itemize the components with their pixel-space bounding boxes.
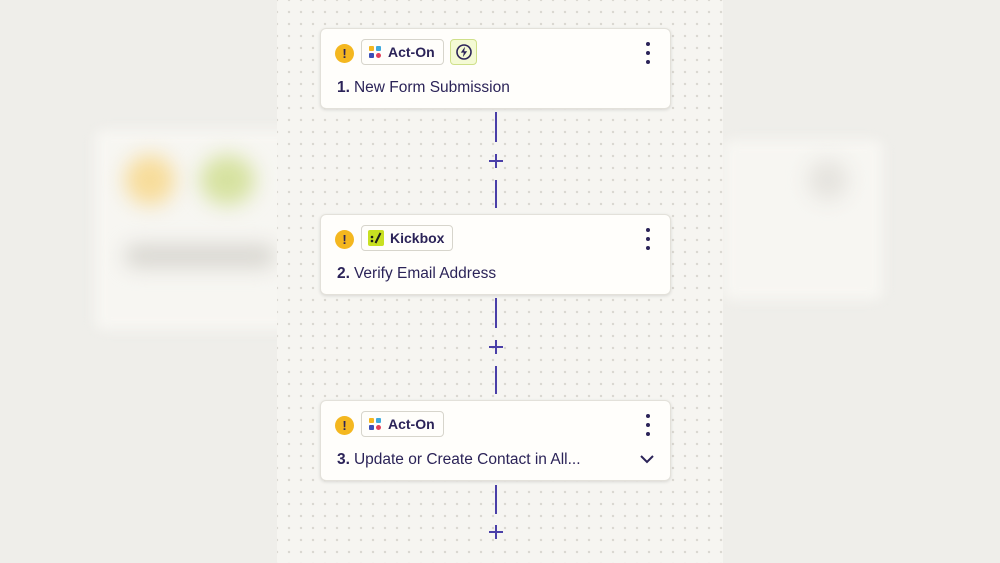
kickbox-logo-icon	[368, 230, 384, 246]
plus-icon	[489, 340, 503, 354]
app-chip-act-on: Act-On	[361, 411, 444, 437]
act-on-logo-icon	[369, 46, 381, 58]
step-card-2[interactable]: ! Kickbox 2. Verify Email Address	[320, 214, 671, 295]
blurred-background-right	[723, 0, 1000, 563]
add-step-button[interactable]	[486, 151, 506, 171]
connector-line	[495, 366, 497, 394]
plus-icon	[489, 525, 503, 539]
app-name: Act-On	[388, 416, 435, 432]
app-name: Kickbox	[390, 230, 445, 246]
connector-line	[495, 112, 497, 142]
more-vertical-icon[interactable]	[640, 414, 656, 436]
step-title: 3. Update or Create Contact in All...	[337, 451, 581, 468]
step-card-1[interactable]: ! Act-On 1. New Form Submission	[320, 28, 671, 109]
step-title: 1. New Form Submission	[337, 79, 510, 96]
warning-icon: !	[335, 416, 354, 435]
app-chip-act-on: Act-On	[361, 39, 444, 65]
chevron-down-icon[interactable]	[638, 452, 656, 466]
lightning-bolt-icon	[455, 44, 472, 60]
app-chip-kickbox: Kickbox	[361, 225, 454, 251]
warning-icon: !	[335, 230, 354, 249]
step-card-3[interactable]: ! Act-On 3. Update or Create Contact in A…	[320, 400, 671, 481]
act-on-logo-icon	[369, 418, 381, 430]
connector-line	[495, 298, 497, 328]
add-step-button[interactable]	[486, 337, 506, 357]
more-vertical-icon[interactable]	[640, 228, 656, 250]
trigger-badge	[450, 39, 477, 65]
connector-line	[495, 485, 497, 514]
add-step-button[interactable]	[486, 522, 506, 542]
app-name: Act-On	[388, 44, 435, 60]
plus-icon	[489, 154, 503, 168]
connector-line	[495, 180, 497, 208]
blurred-background-left	[0, 0, 277, 563]
warning-icon: !	[335, 44, 354, 63]
more-vertical-icon[interactable]	[640, 42, 656, 64]
step-title: 2. Verify Email Address	[337, 265, 497, 282]
